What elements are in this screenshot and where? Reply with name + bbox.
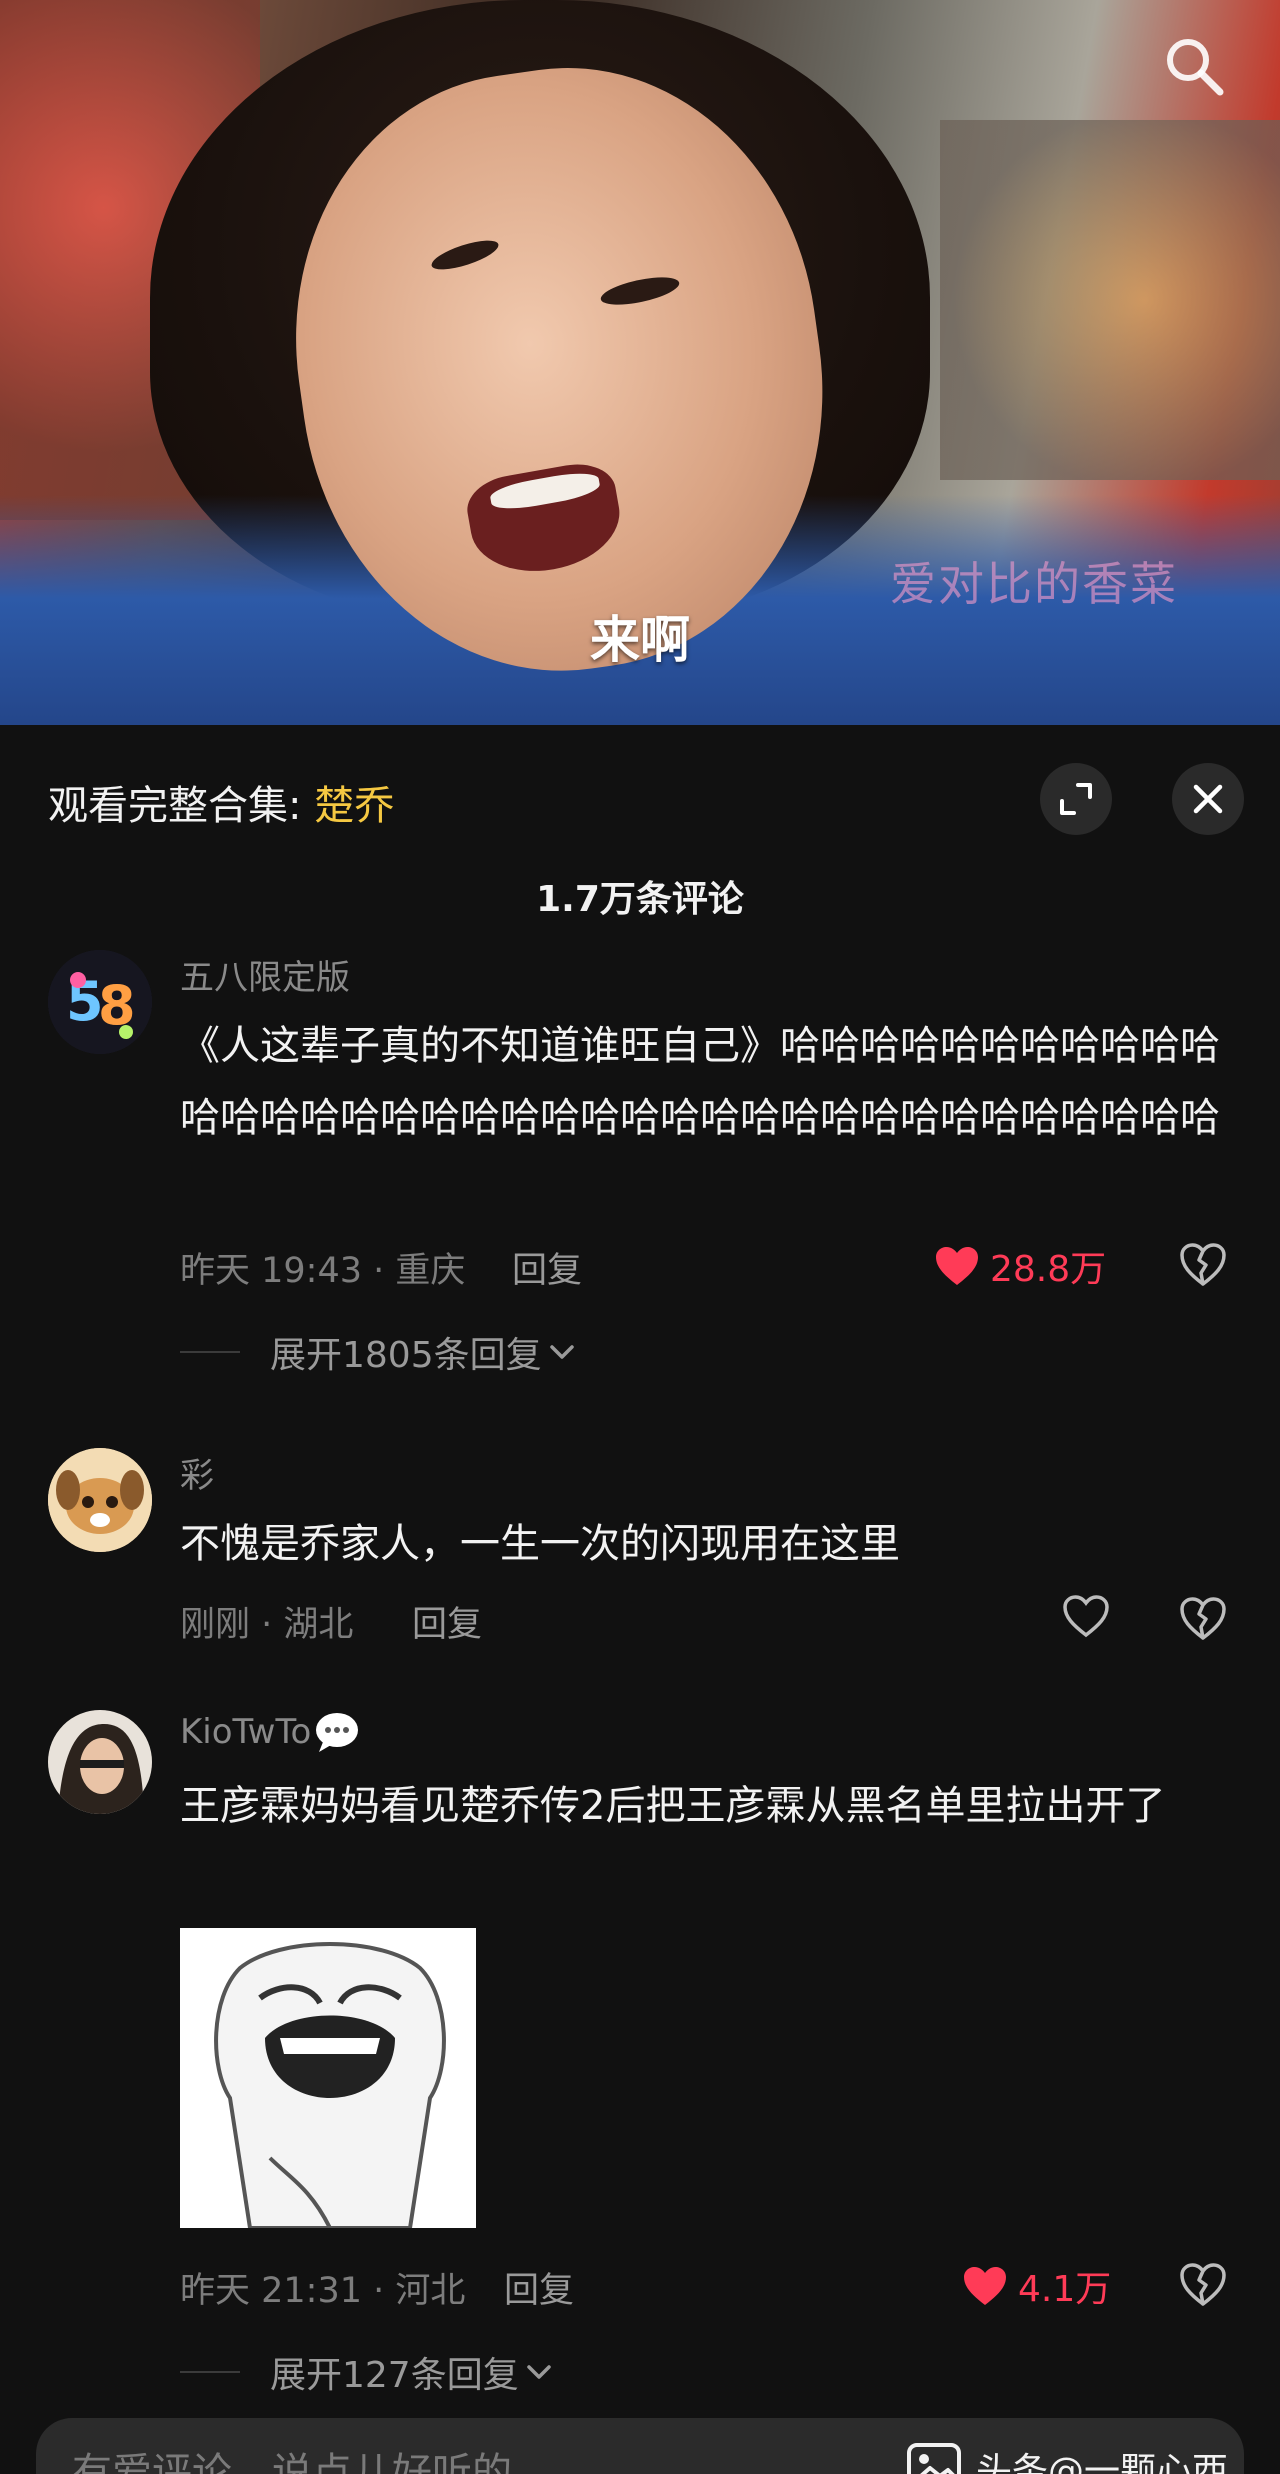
comment-text: 王彦霖妈妈看见楚乔传2后把王彦霖从黑名单里拉出开了	[180, 1783, 1166, 1829]
like-button[interactable]: 28.8万	[934, 1240, 1106, 1292]
expand-replies-button[interactable]: 展开1805条回复	[180, 1326, 576, 1378]
search-icon[interactable]	[1158, 30, 1230, 102]
dislike-button[interactable]	[1178, 1594, 1228, 1644]
video-subtitle: 来啊	[590, 611, 690, 669]
heart-filled-icon	[936, 1247, 978, 1285]
collection-name[interactable]: 楚乔	[314, 783, 394, 829]
dislike-button[interactable]	[1178, 1240, 1228, 1290]
comment-sticker-image[interactable]	[180, 1928, 476, 2228]
avatar[interactable]	[48, 1448, 152, 1552]
comment-meta: 昨天 21:31 · 河北	[180, 2271, 466, 2311]
divider	[180, 2371, 240, 2373]
video-player[interactable]: 爱对比的香菜 来啊	[0, 0, 1280, 725]
expand-replies-label: 展开127条回复	[270, 2355, 519, 2396]
comment-username[interactable]: 五八限定版	[180, 950, 350, 999]
image-icon[interactable]	[906, 2442, 962, 2474]
avatar[interactable]	[48, 1710, 152, 1814]
comment-input-placeholder[interactable]: 有爱评论，说点儿好听的	[72, 2440, 512, 2474]
heart-outline-icon	[1063, 1595, 1109, 1638]
comment-input-bar[interactable]: 有爱评论，说点儿好听的 头条@一颗心西柚	[36, 2418, 1244, 2474]
expand-replies-button[interactable]: 展开127条回复	[180, 2346, 553, 2398]
like-count: 4.1万	[1018, 2269, 1112, 2310]
username-text: KioTwTo	[180, 1712, 312, 1752]
comment-meta: 刚刚 · 湖北	[180, 1605, 354, 1645]
collection-prefix: 观看完整合集:	[48, 783, 315, 829]
video-bg	[940, 120, 1280, 480]
like-button[interactable]: 4.1万	[962, 2260, 1111, 2312]
chat-bubble-icon	[316, 1713, 359, 1752]
reply-button[interactable]: 回复	[504, 2262, 574, 2313]
reply-button[interactable]: 回复	[512, 1242, 582, 1293]
chevron-down-icon	[549, 1345, 574, 1359]
expand-button[interactable]	[1040, 763, 1112, 835]
comment-count: 1.7万条评论	[536, 879, 744, 920]
broken-heart-icon	[1180, 2263, 1226, 2306]
broken-heart-icon	[1180, 1243, 1226, 1286]
comment-meta: 昨天 19:43 · 重庆	[180, 1251, 466, 1291]
broken-heart-icon	[1180, 1597, 1226, 1640]
divider	[180, 1351, 240, 1353]
close-icon	[1193, 784, 1223, 814]
close-button[interactable]	[1172, 763, 1244, 835]
like-count: 28.8万	[990, 1249, 1107, 1290]
collection-link[interactable]: 观看完整合集: 楚乔	[48, 773, 394, 831]
comment-username[interactable]: KioTwTo	[180, 1710, 361, 1754]
reply-button[interactable]: 回复	[412, 1596, 482, 1647]
avatar[interactable]: 5 8	[48, 950, 152, 1054]
dislike-button[interactable]	[1178, 2260, 1228, 2310]
comment-text: 《人这辈子真的不知道谁旺自己》哈哈哈哈哈哈哈哈哈哈哈哈哈哈哈哈哈哈哈哈哈哈哈哈哈…	[180, 1023, 1220, 1141]
like-button[interactable]	[1062, 1594, 1110, 1638]
heart-filled-icon	[964, 2267, 1006, 2305]
expand-icon	[1060, 783, 1092, 815]
comment-text: 不愧是乔家人，一生一次的闪现用在这里	[180, 1521, 900, 1567]
chevron-down-icon	[526, 2365, 551, 2379]
expand-replies-label: 展开1805条回复	[270, 1335, 542, 1376]
source-watermark: 头条@一颗心西柚	[976, 2451, 1229, 2474]
comment-username[interactable]: 彩	[180, 1448, 214, 1497]
